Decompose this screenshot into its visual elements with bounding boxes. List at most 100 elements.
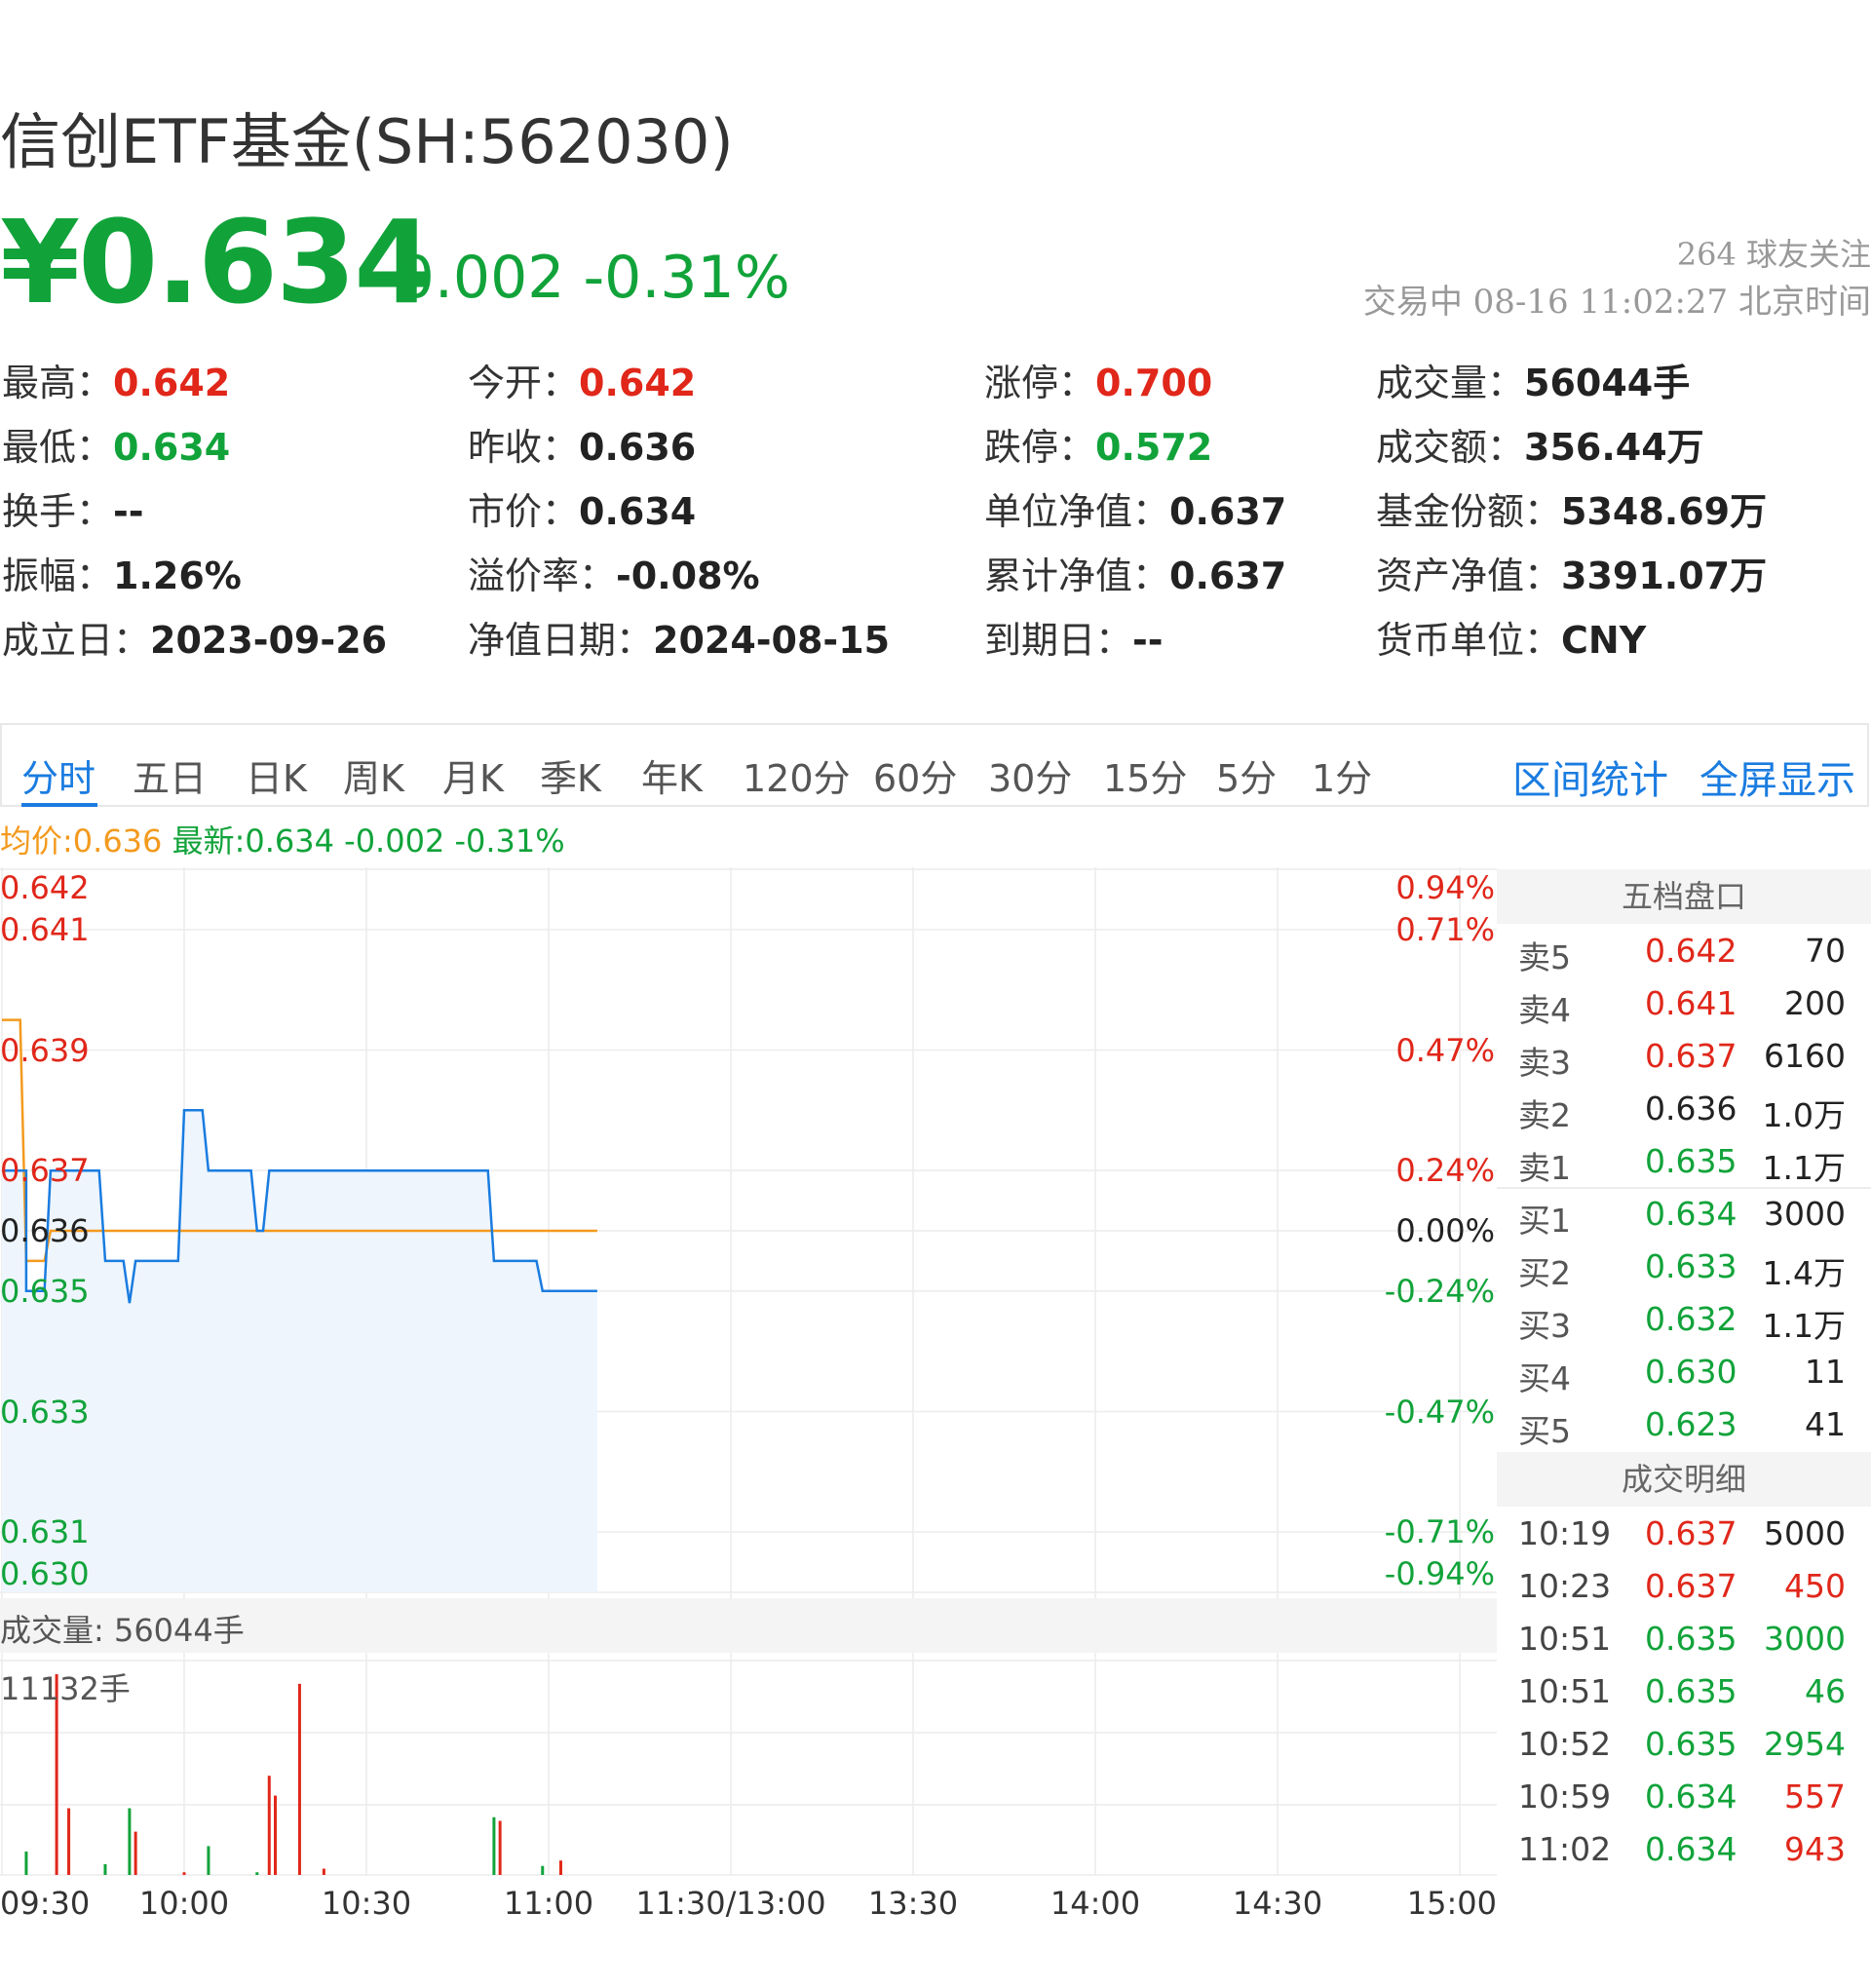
- intraday-chart[interactable]: [0, 867, 1497, 1885]
- quote-label: 振幅：: [2, 554, 114, 597]
- trade-time: 10:51: [1518, 1620, 1612, 1658]
- quote-item: 昨收：0.636: [468, 417, 696, 471]
- ask-volume: 6160: [1764, 1037, 1846, 1075]
- tab-6[interactable]: 年K: [641, 748, 703, 802]
- volume-bar: [541, 1865, 545, 1875]
- trade-time: 11:02: [1518, 1830, 1612, 1868]
- quote-label: 溢价率：: [468, 554, 617, 597]
- quote-value: 0.642: [113, 362, 231, 404]
- quote-label: 今开：: [468, 362, 580, 404]
- volume-bar: [558, 1860, 562, 1875]
- quote-value: 3391.07万: [1561, 554, 1768, 597]
- quote-value: 0.637: [1169, 490, 1287, 533]
- y-tick-left: 0.633: [0, 1393, 90, 1431]
- volume-bar: [322, 1868, 325, 1875]
- quote-item: 成立日：2023-09-26: [2, 610, 387, 664]
- quote-label: 昨收：: [468, 426, 580, 469]
- y-tick-right: 0.71%: [1395, 910, 1495, 948]
- quote-item: 振幅：1.26%: [2, 546, 242, 599]
- quote-label: 涨停：: [984, 362, 1096, 404]
- tab-8[interactable]: 60分: [873, 748, 957, 802]
- quote-value: --: [113, 490, 144, 533]
- quote-value: 0.636: [579, 426, 697, 469]
- range-stats-link[interactable]: 区间统计: [1512, 748, 1668, 805]
- x-tick: 14:00: [1050, 1885, 1141, 1922]
- y-tick-right: -0.24%: [1384, 1272, 1495, 1310]
- trade-volume: 557: [1784, 1778, 1846, 1816]
- volume-bar: [134, 1831, 137, 1875]
- quote-item: 累计净值：0.637: [984, 546, 1286, 599]
- tab-9[interactable]: 30分: [988, 748, 1072, 802]
- quote-label: 资产净值：: [1376, 554, 1562, 597]
- quote-label: 净值日期：: [468, 619, 654, 662]
- chart-legend: 均价:0.636 最新:0.634 -0.002 -0.31%: [0, 817, 565, 861]
- quote-value: 0.637: [1169, 554, 1287, 597]
- x-tick: 15:00: [1406, 1885, 1497, 1922]
- ask-row: 卖1 0.635 1.1万: [1497, 1134, 1871, 1187]
- x-tick: 11:00: [503, 1885, 594, 1922]
- bid-row: 买1 0.634 3000: [1497, 1187, 1871, 1240]
- y-tick-left: 0.642: [0, 869, 90, 906]
- bid-price: 0.633: [1645, 1247, 1737, 1285]
- quote-label: 成交量：: [1376, 362, 1525, 404]
- volume-bar: [24, 1851, 28, 1875]
- y-tick-left: 0.639: [0, 1031, 90, 1069]
- trade-time: 10:19: [1518, 1514, 1612, 1552]
- bid-price: 0.634: [1645, 1195, 1737, 1233]
- bid-volume: 3000: [1764, 1195, 1846, 1233]
- quote-item: 资产净值：3391.07万: [1376, 546, 1767, 599]
- trade-volume: 2954: [1764, 1725, 1846, 1763]
- quote-value: 56044手: [1524, 362, 1691, 404]
- volume-max-label: 11132手: [0, 1670, 131, 1707]
- tab-5[interactable]: 季K: [540, 748, 601, 802]
- quote-label: 单位净值：: [984, 490, 1170, 533]
- current-price: ¥0.634: [0, 195, 434, 329]
- bid-label: 买1: [1518, 1202, 1571, 1240]
- ask-volume: 1.0万: [1762, 1096, 1846, 1134]
- quote-value: 1.26%: [113, 554, 242, 597]
- followers-count[interactable]: 264 球友关注: [1677, 230, 1871, 275]
- tab-1[interactable]: 五日: [133, 748, 207, 802]
- volume-bar: [103, 1863, 107, 1875]
- x-tick: 11:30/13:00: [635, 1885, 826, 1922]
- volume-bar: [267, 1776, 271, 1875]
- ask-label: 卖3: [1518, 1044, 1571, 1082]
- quote-item: 基金份额：5348.69万: [1376, 481, 1767, 535]
- ask-label: 卖2: [1518, 1096, 1571, 1134]
- tab-12[interactable]: 1分: [1312, 748, 1372, 802]
- y-tick-right: -0.71%: [1384, 1513, 1495, 1551]
- y-tick-left: 0.641: [0, 910, 90, 948]
- bid-volume: 1.4万: [1762, 1254, 1846, 1292]
- y-tick-right: 0.47%: [1395, 1031, 1495, 1069]
- ask-price: 0.637: [1645, 1037, 1737, 1075]
- tab-2[interactable]: 日K: [246, 748, 307, 802]
- quote-value: 5348.69万: [1561, 490, 1768, 533]
- ask-price: 0.635: [1645, 1142, 1737, 1180]
- bid-price: 0.623: [1645, 1405, 1737, 1443]
- fullscreen-link[interactable]: 全屏显示: [1699, 748, 1855, 805]
- tab-10[interactable]: 15分: [1103, 748, 1187, 802]
- x-tick: 10:30: [321, 1885, 412, 1922]
- bid-volume: 11: [1805, 1353, 1846, 1391]
- trade-price: 0.637: [1645, 1567, 1737, 1605]
- volume-bar: [297, 1683, 301, 1875]
- trade-volume: 943: [1784, 1830, 1846, 1868]
- quote-label: 到期日：: [984, 619, 1133, 662]
- quote-label: 市价：: [468, 490, 580, 533]
- tab-11[interactable]: 5分: [1216, 748, 1277, 802]
- trade-time: 10:23: [1518, 1567, 1612, 1605]
- volume-bar: [492, 1816, 496, 1875]
- tab-7[interactable]: 120分: [743, 748, 851, 802]
- tab-0[interactable]: 分时: [21, 748, 95, 802]
- x-tick: 10:00: [138, 1885, 230, 1922]
- tab-3[interactable]: 周K: [343, 748, 404, 802]
- tab-4[interactable]: 月K: [442, 748, 504, 802]
- price-area: [2, 1110, 597, 1592]
- quote-item: 净值日期：2024-08-15: [468, 610, 890, 664]
- bid-label: 买3: [1518, 1307, 1571, 1345]
- quote-value: 356.44万: [1524, 426, 1704, 469]
- quote-label: 成交额：: [1376, 426, 1525, 469]
- quote-label: 换手：: [2, 490, 114, 533]
- trade-row: 10:59 0.634 557: [1497, 1770, 1871, 1822]
- chart-tab-bar: 分时 五日 日K 周K 月K 季K 年K 120分 60分 30分 15分 5分 1分 区间统计 全屏显示: [0, 723, 1869, 807]
